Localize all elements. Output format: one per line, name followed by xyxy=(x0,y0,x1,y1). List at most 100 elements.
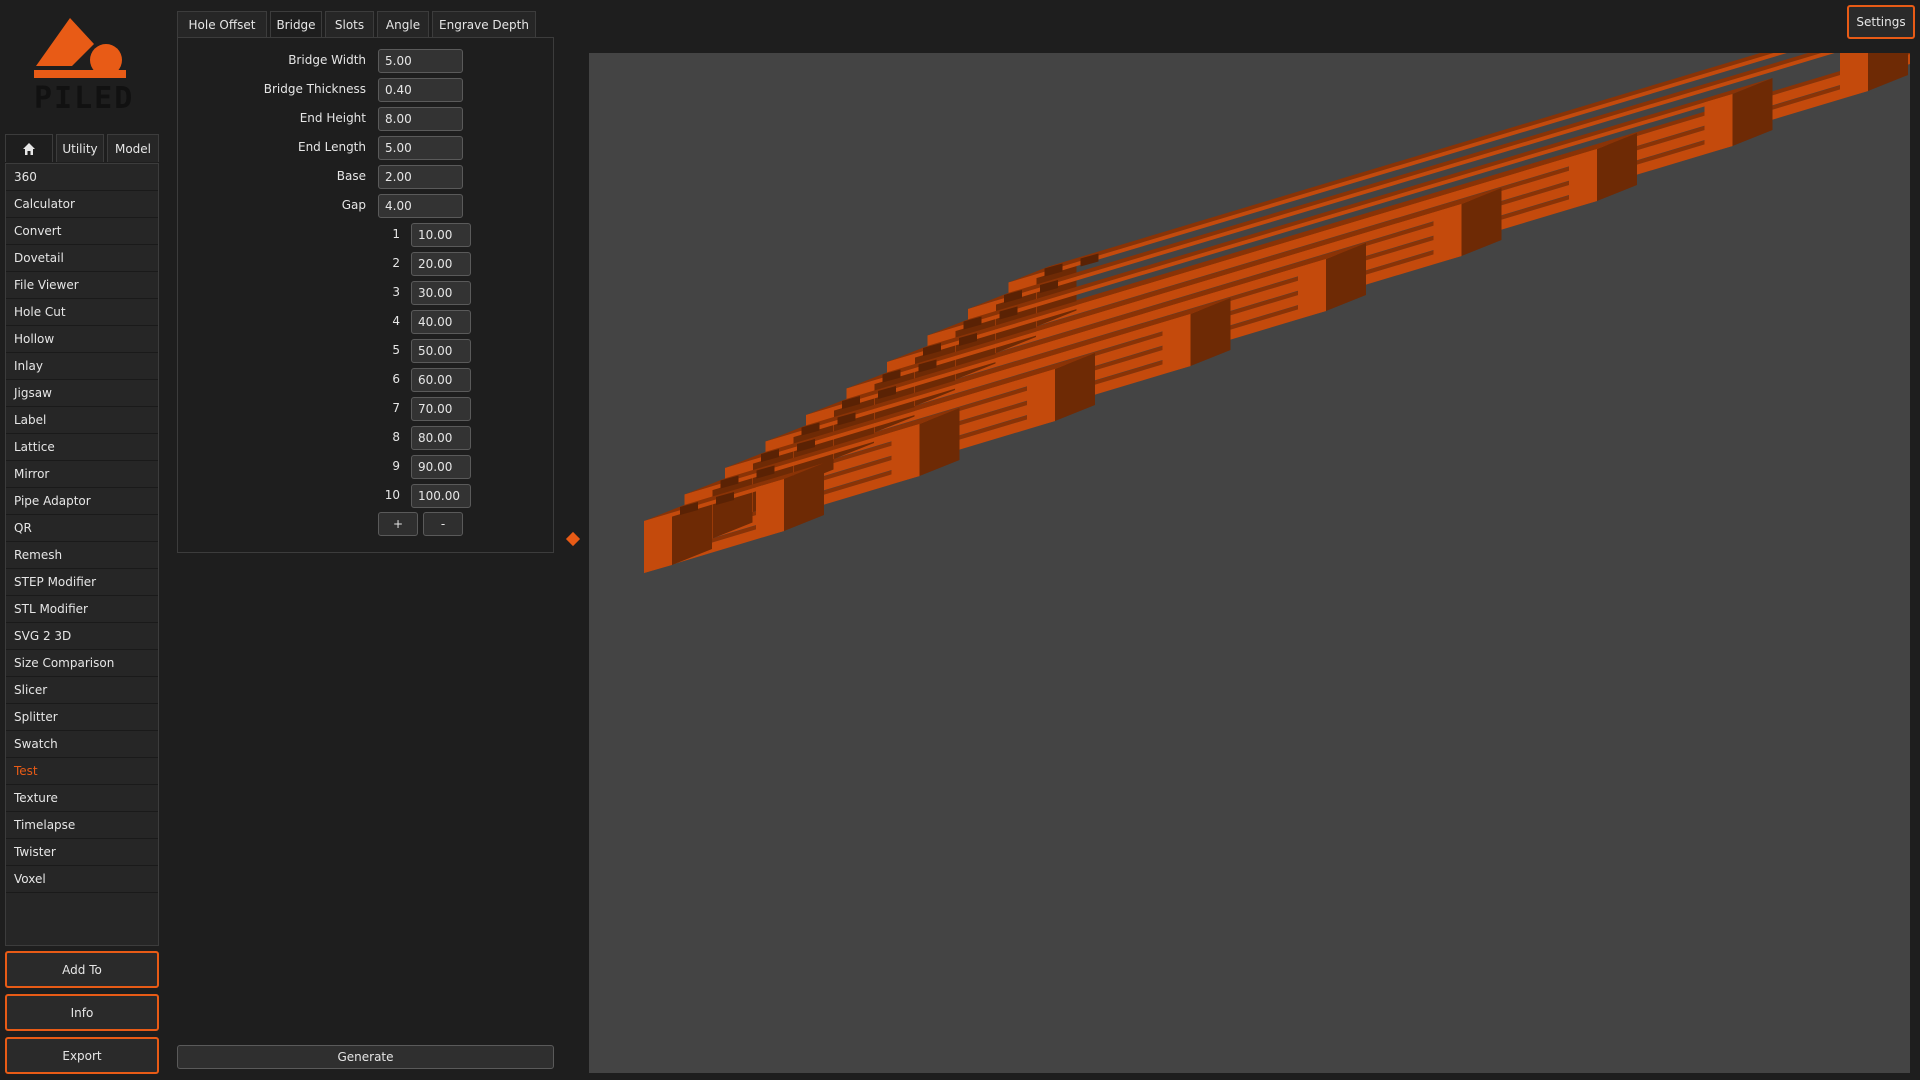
bridge-thickness-input[interactable] xyxy=(378,78,463,102)
tab-slots[interactable]: Slots xyxy=(325,11,374,38)
length-input-10[interactable] xyxy=(411,484,471,508)
param-label: Base xyxy=(336,169,366,183)
tool-item-dovetail[interactable]: Dovetail xyxy=(6,245,158,272)
param-row-bridge-thickness: Bridge Thickness xyxy=(178,76,553,102)
settings-button[interactable]: Settings xyxy=(1847,5,1915,39)
export-button[interactable]: Export xyxy=(5,1037,159,1074)
tool-item-pipe-adaptor[interactable]: Pipe Adaptor xyxy=(6,488,158,515)
add-length-button[interactable]: + xyxy=(378,512,418,536)
tool-item-svg-2-3d[interactable]: SVG 2 3D xyxy=(6,623,158,650)
tab-model[interactable]: Model xyxy=(107,134,159,162)
length-index: 3 xyxy=(392,285,400,299)
tool-item-remesh[interactable]: Remesh xyxy=(6,542,158,569)
tool-item-splitter[interactable]: Splitter xyxy=(6,704,158,731)
param-label: End Length xyxy=(297,140,366,154)
param-label: Bridge Width xyxy=(288,53,366,67)
base-input[interactable] xyxy=(378,165,463,189)
tool-item-swatch[interactable]: Swatch xyxy=(6,731,158,758)
length-index: 1 xyxy=(392,227,400,241)
length-input-9[interactable] xyxy=(411,455,471,479)
length-input-5[interactable] xyxy=(411,339,471,363)
length-index: 2 xyxy=(392,256,400,270)
logo-text: PILED xyxy=(34,81,135,116)
tab-home[interactable] xyxy=(5,134,53,162)
tool-item-label[interactable]: Label xyxy=(6,407,158,434)
bridge-width-input[interactable] xyxy=(378,49,463,73)
length-input-6[interactable] xyxy=(411,368,471,392)
tool-item-file-viewer[interactable]: File Viewer xyxy=(6,272,158,299)
tab-angle[interactable]: Angle xyxy=(377,11,429,38)
length-row-8: 8 xyxy=(178,424,553,450)
tool-item-hole-cut[interactable]: Hole Cut xyxy=(6,299,158,326)
length-input-7[interactable] xyxy=(411,397,471,421)
length-row-6: 6 xyxy=(178,366,553,392)
model-end-front xyxy=(1840,53,1868,99)
param-row-end-height: End Height xyxy=(178,105,553,131)
length-row-4: 4 xyxy=(178,308,553,334)
generate-button[interactable]: Generate xyxy=(177,1045,554,1069)
tab-bridge[interactable]: Bridge xyxy=(270,11,322,38)
param-label: Bridge Thickness xyxy=(263,82,366,96)
splitter-handle[interactable] xyxy=(565,531,581,547)
tool-list: 360 Calculator Convert Dovetail File Viewer H… xyxy=(5,163,159,946)
param-label: Gap xyxy=(341,198,366,212)
length-row-3: 3 xyxy=(178,279,553,305)
length-index: 10 xyxy=(384,488,400,502)
length-input-4[interactable] xyxy=(411,310,471,334)
param-row-gap: Gap xyxy=(178,192,553,218)
tab-hole-offset[interactable]: Hole Offset xyxy=(177,11,267,38)
tool-item-360[interactable]: 360 xyxy=(6,164,158,191)
tool-item-size-comparison[interactable]: Size Comparison xyxy=(6,650,158,677)
tool-item-voxel[interactable]: Voxel xyxy=(6,866,158,893)
length-index: 4 xyxy=(392,314,400,328)
tool-item-inlay[interactable]: Inlay xyxy=(6,353,158,380)
tool-item-timelapse[interactable]: Timelapse xyxy=(6,812,158,839)
tool-item-step-modifier[interactable]: STEP Modifier xyxy=(6,569,158,596)
bridge-test-model xyxy=(644,53,1910,573)
home-icon xyxy=(23,142,35,155)
end-length-input[interactable] xyxy=(378,136,463,160)
length-input-1[interactable] xyxy=(411,223,471,247)
tool-item-mirror[interactable]: Mirror xyxy=(6,461,158,488)
tool-item-lattice[interactable]: Lattice xyxy=(6,434,158,461)
length-input-8[interactable] xyxy=(411,426,471,450)
end-height-input[interactable] xyxy=(378,107,463,131)
app-logo: PILED xyxy=(34,14,135,118)
length-input-2[interactable] xyxy=(411,252,471,276)
tool-item-jigsaw[interactable]: Jigsaw xyxy=(6,380,158,407)
param-row-bridge-width: Bridge Width xyxy=(178,47,553,73)
tool-item-slicer[interactable]: Slicer xyxy=(6,677,158,704)
model-end-side xyxy=(1868,53,1908,91)
length-input-3[interactable] xyxy=(411,281,471,305)
gap-input[interactable] xyxy=(378,194,463,218)
length-row-7: 7 xyxy=(178,395,553,421)
info-button[interactable]: Info xyxy=(5,994,159,1031)
length-row-5: 5 xyxy=(178,337,553,363)
length-index: 8 xyxy=(392,430,400,444)
param-label: End Height xyxy=(299,111,366,125)
tab-utility[interactable]: Utility xyxy=(56,134,104,162)
length-row-1: 1 xyxy=(178,221,553,247)
length-row-9: 9 xyxy=(178,453,553,479)
length-index: 5 xyxy=(392,343,400,357)
length-row-10: 10 xyxy=(178,482,553,508)
param-row-end-length: End Length xyxy=(178,134,553,160)
tool-item-twister[interactable]: Twister xyxy=(6,839,158,866)
tool-item-convert[interactable]: Convert xyxy=(6,218,158,245)
model-viewport[interactable] xyxy=(589,53,1910,1073)
length-index: 9 xyxy=(392,459,400,473)
logo-mark-icon xyxy=(34,18,126,78)
length-row-2: 2 xyxy=(178,250,553,276)
tool-item-hollow[interactable]: Hollow xyxy=(6,326,158,353)
tool-item-qr[interactable]: QR xyxy=(6,515,158,542)
param-row-base: Base xyxy=(178,163,553,189)
tool-item-calculator[interactable]: Calculator xyxy=(6,191,158,218)
tool-item-texture[interactable]: Texture xyxy=(6,785,158,812)
parameter-panel: Bridge Width Bridge Thickness End Height… xyxy=(177,37,554,553)
tool-item-stl-modifier[interactable]: STL Modifier xyxy=(6,596,158,623)
tool-item-test[interactable]: Test xyxy=(6,758,158,785)
add-to-button[interactable]: Add To xyxy=(5,951,159,988)
length-index: 7 xyxy=(392,401,400,415)
tab-engrave-depth[interactable]: Engrave Depth xyxy=(432,11,536,38)
remove-length-button[interactable]: - xyxy=(423,512,463,536)
